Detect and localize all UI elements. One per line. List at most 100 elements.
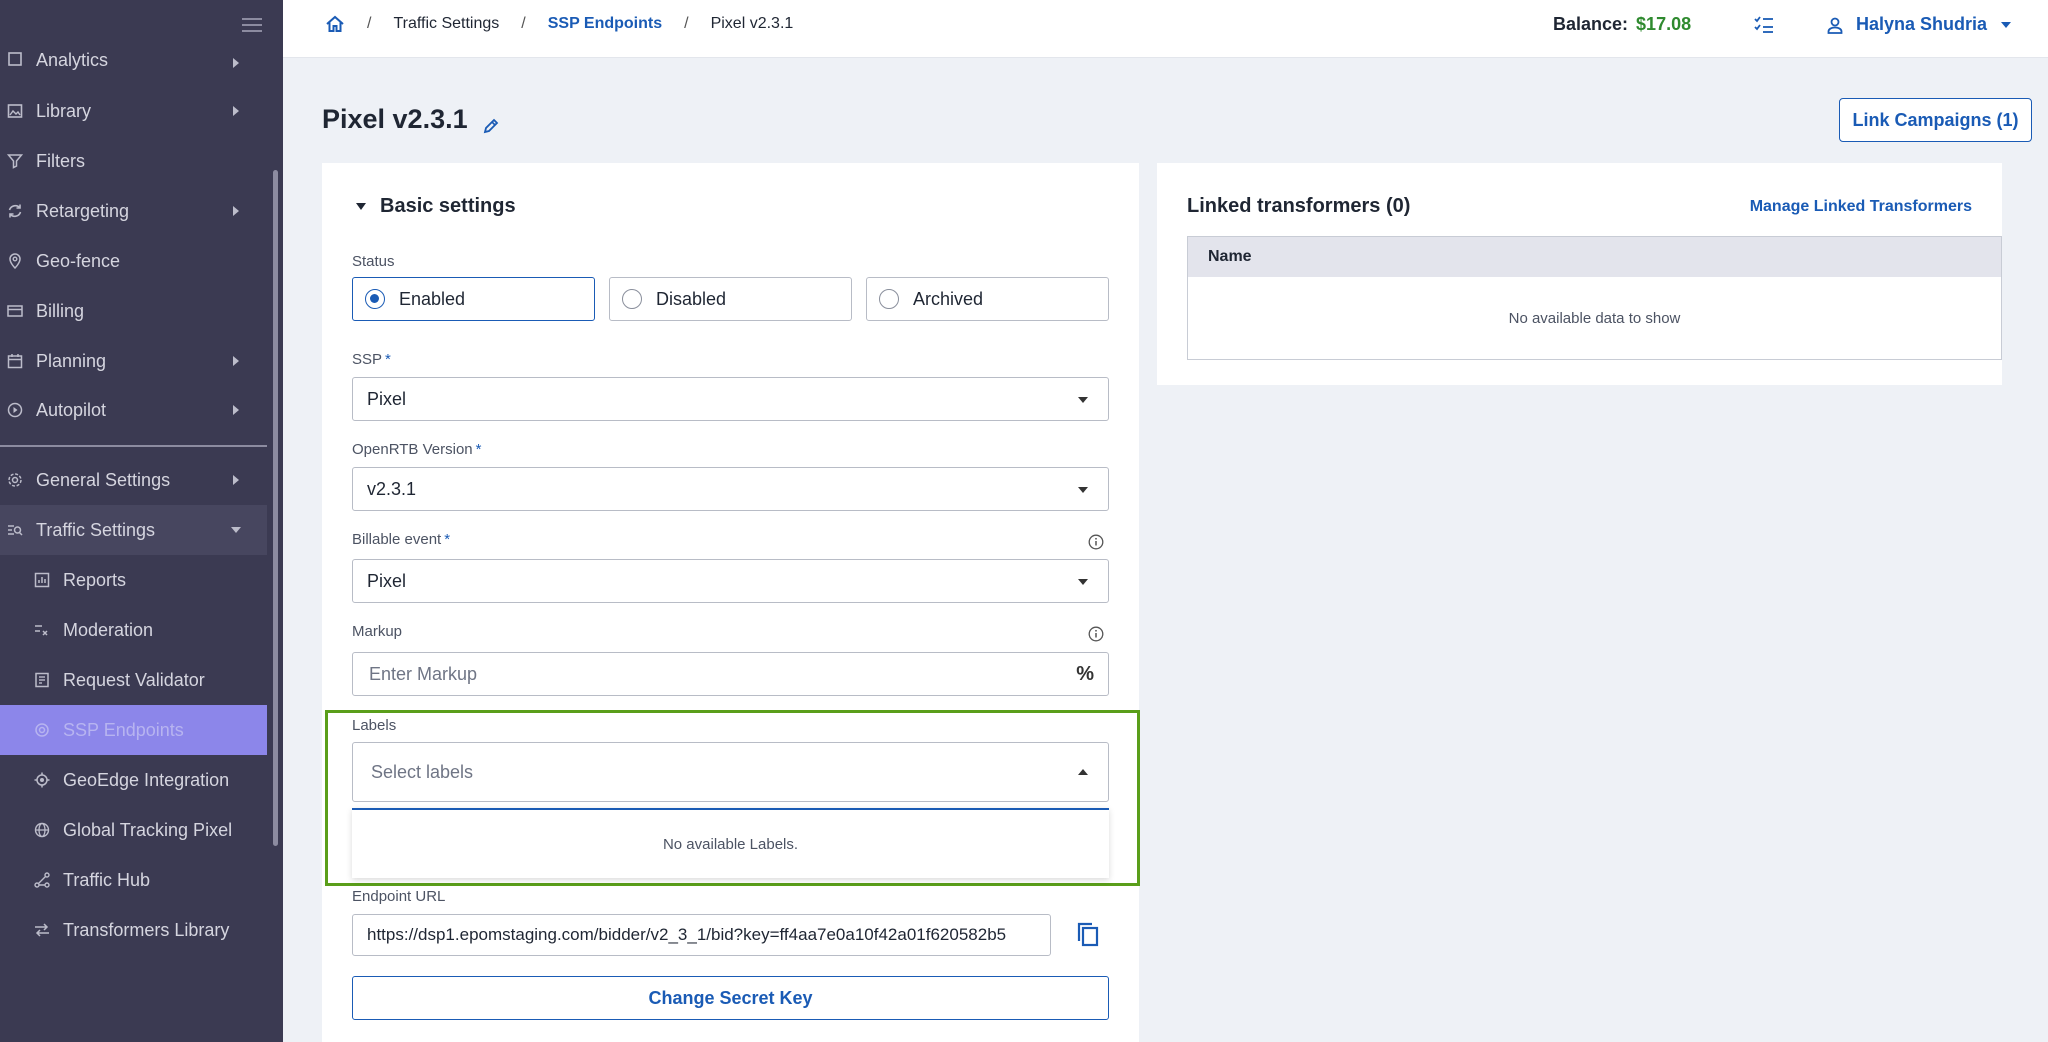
radio-unselected-icon (879, 289, 899, 309)
openrtb-version-select[interactable]: v2.3.1 (352, 467, 1109, 511)
play-circle-icon (6, 401, 24, 419)
user-menu[interactable]: Halyna Shudria (1826, 14, 2012, 35)
info-icon[interactable] (1088, 626, 1104, 642)
sidebar-item-retargeting[interactable]: Retargeting (0, 186, 267, 236)
status-archived-radio[interactable]: Archived (866, 277, 1109, 321)
sidebar-item-filters[interactable]: Filters (0, 136, 267, 186)
required-mark: * (475, 441, 482, 458)
percent-icon[interactable]: % (1076, 663, 1094, 686)
sidebar-item-analytics[interactable]: Analytics (0, 36, 267, 86)
sidebar-item-label: Autopilot (36, 399, 107, 420)
sidebar-item-request-validator[interactable]: Request Validator (0, 655, 267, 705)
breadcrumb-separator: / (521, 15, 526, 32)
ssp-value: Pixel (367, 388, 407, 409)
breadcrumb-ssp-endpoints[interactable]: SSP Endpoints (548, 15, 662, 33)
radio-label: Archived (913, 288, 984, 309)
sidebar-scrollbar[interactable] (273, 170, 278, 846)
sidebar-item-traffic-hub[interactable]: Traffic Hub (0, 855, 267, 905)
markup-label: Markup (352, 623, 403, 640)
sidebar-item-label: Billing (36, 300, 85, 321)
linked-transformers-card: Linked transformers (0) Manage Linked Tr… (1157, 163, 2002, 385)
hub-icon (33, 871, 51, 889)
swap-arrows-icon (33, 921, 51, 939)
breadcrumb: / Traffic Settings / SSP Endpoints / Pix… (325, 14, 793, 34)
openrtb-label: OpenRTB Version * (352, 441, 481, 458)
sidebar-item-label: Retargeting (36, 200, 130, 221)
table-empty-message: No available data to show (1188, 277, 2001, 359)
chart-icon (33, 571, 51, 589)
billable-event-select[interactable]: Pixel (352, 559, 1109, 603)
chevron-down-icon (1078, 579, 1088, 585)
crosshair-icon (33, 771, 51, 789)
link-campaigns-button[interactable]: Link Campaigns (1) (1839, 98, 2032, 142)
sidebar-item-label: Analytics (36, 50, 109, 70)
sidebar-item-general-settings[interactable]: General Settings (0, 455, 267, 505)
sidebar-item-billing[interactable]: Billing (0, 286, 267, 336)
billable-label-text: Billable event (352, 531, 442, 548)
sidebar-item-autopilot[interactable]: Autopilot (0, 385, 267, 435)
menu-collapse-icon[interactable] (242, 18, 262, 34)
radio-label: Disabled (656, 288, 727, 309)
sidebar-item-label: Moderation (63, 619, 154, 640)
status-disabled-radio[interactable]: Disabled (609, 277, 852, 321)
sidebar-item-geo-fence[interactable]: Geo-fence (0, 236, 267, 286)
sidebar-item-label: Reports (63, 569, 127, 590)
labels-empty-message: No available Labels. (662, 835, 799, 853)
required-mark: * (385, 351, 391, 368)
sidebar-item-label: Global Tracking Pixel (63, 819, 233, 840)
sidebar-divider (0, 445, 267, 447)
status-enabled-radio[interactable]: Enabled (352, 277, 595, 321)
endpoint-url-input[interactable]: https://dsp1.epomstaging.com/bidder/v2_3… (352, 914, 1051, 956)
breadcrumb-traffic-settings[interactable]: Traffic Settings (393, 15, 499, 33)
linked-transformers-table: Name No available data to show (1187, 236, 2002, 360)
labels-select[interactable]: Select labels (352, 742, 1109, 802)
ssp-select[interactable]: Pixel (352, 377, 1109, 421)
sidebar: Analytics Library Filters Retargeting Ge… (0, 0, 283, 1042)
copy-icon[interactable] (1076, 922, 1100, 948)
endpoint-url-label: Endpoint URL (352, 888, 446, 905)
chevron-right-icon (233, 405, 239, 415)
user-icon (1826, 16, 1844, 34)
empty-text: No available data to show (1508, 309, 1681, 327)
change-secret-key-button[interactable]: Change Secret Key (352, 976, 1109, 1020)
sidebar-item-transformers-library[interactable]: Transformers Library (0, 905, 267, 955)
document-check-icon (33, 671, 51, 689)
breadcrumb-separator: / (367, 15, 372, 32)
ssp-label: SSP * (352, 351, 391, 368)
edit-pencil-icon[interactable] (482, 111, 500, 133)
sidebar-item-label: General Settings (36, 469, 171, 490)
sidebar-item-reports[interactable]: Reports (0, 555, 267, 605)
chevron-right-icon (233, 475, 239, 485)
sidebar-item-global-tracking-pixel[interactable]: Global Tracking Pixel (0, 805, 267, 855)
chevron-down-icon (1078, 397, 1088, 403)
column-name[interactable]: Name (1208, 248, 1252, 266)
basic-settings-title: Basic settings (380, 195, 516, 217)
info-icon[interactable] (1088, 534, 1104, 550)
status-label: Status (352, 253, 395, 270)
table-header: Name (1188, 237, 2001, 277)
breadcrumb-separator: / (684, 15, 689, 32)
basic-settings-toggle[interactable]: Basic settings (356, 195, 516, 218)
refresh-icon (6, 202, 24, 220)
labels-label: Labels (352, 717, 397, 734)
chevron-right-icon (233, 356, 239, 366)
sidebar-item-ssp-endpoints[interactable]: SSP Endpoints (0, 705, 267, 755)
markup-input[interactable]: Enter Markup % (352, 652, 1109, 696)
sidebar-item-library[interactable]: Library (0, 86, 267, 136)
checklist-icon[interactable] (1753, 14, 1775, 36)
manage-linked-transformers-link[interactable]: Manage Linked Transformers (1750, 198, 1972, 216)
sidebar-item-planning[interactable]: Planning (0, 336, 267, 386)
location-pin-icon (6, 252, 24, 270)
caret-down-icon (356, 203, 366, 210)
chevron-right-icon (233, 58, 239, 68)
globe-icon (33, 821, 51, 839)
balance-label: Balance: (1553, 14, 1629, 34)
home-icon[interactable] (325, 14, 345, 34)
calendar-icon (6, 352, 24, 370)
endpoint-url-value: https://dsp1.epomstaging.com/bidder/v2_3… (367, 925, 1007, 944)
markup-placeholder: Enter Markup (369, 663, 478, 684)
sidebar-item-traffic-settings[interactable]: Traffic Settings (0, 505, 267, 555)
sidebar-item-label: Traffic Settings (36, 519, 156, 540)
sidebar-item-geoedge-integration[interactable]: GeoEdge Integration (0, 755, 267, 805)
sidebar-item-moderation[interactable]: Moderation (0, 605, 267, 655)
